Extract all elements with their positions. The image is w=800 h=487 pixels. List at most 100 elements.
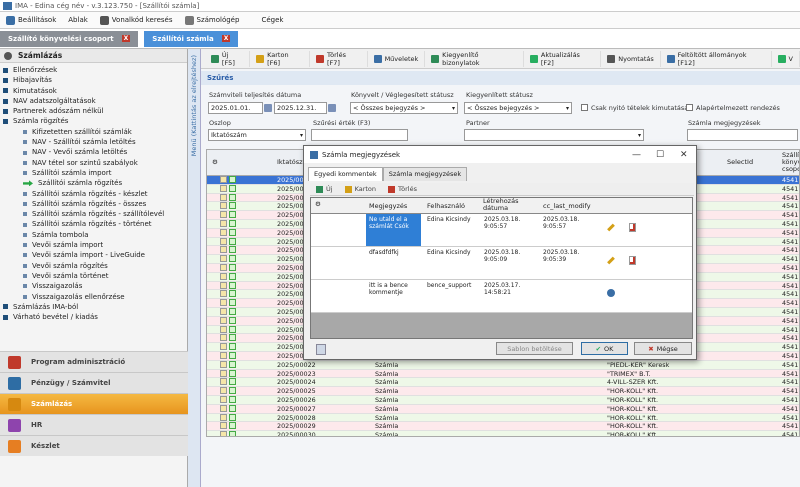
sidebar-item[interactable]: Vevői számla történet — [3, 271, 187, 281]
sidebar-item[interactable]: Szállítói számla rögzítés - szállítólevé… — [3, 209, 187, 219]
module-item[interactable]: Számlázás — [0, 393, 188, 414]
sidebar-item[interactable]: Vevői számla import - LiveGuide — [3, 250, 187, 260]
delete-doc-icon[interactable] — [629, 223, 636, 232]
col-header-selectid[interactable]: SelectId — [727, 158, 753, 166]
sidebar-item[interactable]: Számla rögzítés — [3, 116, 187, 126]
delete-button[interactable]: Törlés — [382, 185, 423, 193]
table-row[interactable]: 2025/00026 Számla "HOR-KOLL" Kft. 45411 — [207, 395, 799, 405]
toolbar-button[interactable]: V — [772, 50, 800, 67]
edit-pencil-icon[interactable] — [607, 223, 615, 232]
module-item[interactable]: HR — [0, 414, 188, 435]
menu-toggle-bar[interactable]: Menü (Kattintás az elrejtéshez) — [188, 49, 201, 487]
sidebar-item[interactable]: NAV - Szállítói számla letöltés — [3, 137, 187, 147]
maximize-icon[interactable]: ☐ — [656, 150, 664, 160]
sidebar-item[interactable]: NAV tétel sor szintű szabályok — [3, 158, 187, 168]
menu-settings[interactable]: Beállítások — [0, 12, 62, 29]
note-row[interactable]: itt is a bence kommentje bence_support 202… — [311, 280, 692, 313]
toolbar-button[interactable]: Aktualizálás [F2] — [524, 50, 602, 67]
document-icon[interactable] — [316, 344, 326, 355]
close-tab-icon[interactable]: X — [221, 35, 231, 42]
table-row[interactable]: 2025/00025 Számla "HOR-KOLL" Kft. 45411 — [207, 387, 799, 396]
paid-status-select[interactable]: < Összes bejegyzés > ▾ — [464, 102, 572, 114]
partner-select[interactable]: ▾ — [464, 129, 644, 141]
cancel-button[interactable]: ✖ Mégse — [634, 342, 692, 355]
sidebar-item[interactable]: Kifizetetten szállítói számlák — [3, 127, 187, 137]
menu-barcode-search[interactable]: Vonalkód keresés — [94, 12, 179, 29]
info-icon[interactable] — [607, 289, 615, 297]
ok-button[interactable]: ✔ OK — [581, 342, 628, 355]
tab-custom-comments[interactable]: Egyedi kommentek — [308, 167, 383, 181]
collapse-icon[interactable] — [4, 51, 12, 60]
sidebar-item[interactable]: Szállítói számla rögzítés - történet — [3, 219, 187, 229]
table-row[interactable]: 2025/00022 Számla "PIEDL-KER" Keresk 45411 — [207, 360, 799, 370]
toolbar-button[interactable]: Törlés [F7] — [310, 50, 368, 67]
calendar-icon[interactable] — [328, 104, 336, 112]
status-select[interactable]: < Összes bejegyzés > ▾ — [350, 102, 458, 114]
col-created[interactable]: Létrehozás dátuma — [483, 198, 533, 212]
sidebar-item[interactable]: Szállítói számla rögzítés - készlet — [3, 189, 187, 199]
sidebar-item[interactable]: Szállítói számla rögzítés — [3, 178, 187, 188]
bullet-icon — [3, 77, 8, 83]
menu-calculator[interactable]: Számológép — [179, 12, 246, 29]
tab-invoice-notes[interactable]: Számla megjegyzések — [382, 167, 468, 181]
calendar-icon[interactable] — [264, 104, 272, 112]
table-row[interactable]: 2025/00024 Számla 4-VILL-SZER Kft. 45411 — [207, 378, 799, 388]
column-select[interactable]: Iktatószám ▾ — [208, 129, 306, 141]
table-row[interactable]: 2025/00027 Számla "HOR-KOLL" Kft. 45411 — [207, 404, 799, 414]
sidebar-item[interactable]: Várható bevétel / kiadás — [3, 312, 187, 322]
note-row[interactable]: Ne utald el a számlát Csók Edina Kicsindy… — [311, 214, 692, 247]
module-item[interactable]: Készlet — [0, 435, 188, 456]
date-to-input[interactable]: 2025.12.31. — [274, 102, 327, 114]
sidebar-item[interactable]: Szállítói számla import — [3, 168, 187, 178]
tab-supplier-invoice[interactable]: Szállítói számla X — [144, 30, 239, 47]
edit-pencil-icon[interactable] — [607, 256, 615, 265]
col-note[interactable]: Megjegyzés — [369, 202, 407, 210]
card-button[interactable]: Karton — [339, 185, 382, 193]
col-header-group[interactable]: Szállító könyvelési csoport — [782, 152, 799, 173]
module-item[interactable]: Program adminisztráció — [0, 351, 188, 372]
default-order-checkbox[interactable] — [686, 104, 693, 111]
toolbar-button[interactable]: Nyomtatás — [601, 50, 661, 67]
toolbar-button[interactable]: Karton [F6] — [250, 50, 311, 67]
menu-companies[interactable]: Cégek — [255, 12, 289, 29]
sidebar-item[interactable]: Visszaigazolás — [3, 281, 187, 291]
sidebar-item[interactable]: Vevői számla rögzítés — [3, 261, 187, 271]
toolbar-button[interactable]: Új [F5] — [205, 50, 251, 67]
sidebar-item[interactable]: Partnerek adószám nélkül — [3, 106, 187, 116]
sidebar-item[interactable]: Számla tombola — [3, 230, 187, 240]
grid-settings-icon[interactable]: ⚙ — [315, 200, 321, 208]
close-icon[interactable]: ✕ — [680, 150, 688, 160]
close-tab-icon[interactable]: X — [121, 35, 131, 42]
sidebar-item[interactable]: Szállítói számla rögzítés - összes — [3, 199, 187, 209]
sidebar-item[interactable]: Kimutatások — [3, 86, 187, 96]
table-row[interactable]: 2025/00023 Számla "TRIMEX" B.T. 45411 — [207, 369, 799, 379]
sidebar-item[interactable]: Visszaigazolás ellenőrzése — [3, 292, 187, 302]
toolbar-button[interactable]: Kiegyenlítő bizonylatok — [425, 50, 524, 67]
sidebar-item[interactable]: NAV - Vevői számla letöltés — [3, 147, 187, 157]
sidebar-item[interactable]: Hibajavítás — [3, 75, 187, 85]
grid-settings-icon[interactable]: ⚙ — [212, 158, 218, 166]
sidebar-item[interactable]: Vevői számla import — [3, 240, 187, 250]
col-modified[interactable]: cc_last_modify — [543, 202, 591, 210]
col-user[interactable]: Felhasználó — [427, 202, 465, 210]
date-from-input[interactable]: 2025.01.01. — [208, 102, 263, 114]
table-row[interactable]: 2025/00028 Számla "HOR-KOLL" Kft. 45411 — [207, 413, 799, 423]
note-input[interactable] — [687, 129, 798, 141]
delete-doc-icon[interactable] — [629, 256, 636, 265]
sidebar-item[interactable]: Számlázás IMA-ból — [3, 302, 187, 312]
toolbar-button[interactable]: Feltöltött állományok [F12] — [661, 50, 772, 67]
minimize-icon[interactable]: — — [632, 150, 641, 160]
new-button[interactable]: Új — [310, 185, 339, 193]
toolbar-button[interactable]: Műveletek — [368, 50, 426, 67]
sidebar-item[interactable]: Ellenőrzések — [3, 65, 187, 75]
open-items-checkbox[interactable] — [581, 104, 588, 111]
note-row[interactable]: dfasdfdfkj Edina Kicsindy 2025.03.18. 9:05… — [311, 247, 692, 280]
menu-window[interactable]: Ablak — [62, 12, 94, 29]
sidebar-item[interactable]: NAV adatszolgáltatások — [3, 96, 187, 106]
table-row[interactable]: 2025/00029 Számla "HOR-KOLL" Kft. 45411 — [207, 422, 799, 432]
filter-value-input[interactable] — [311, 129, 408, 141]
tab-supplier-group[interactable]: Szállító könyvelési csoport X — [0, 30, 139, 47]
module-item[interactable]: Pénzügy / Számvitel — [0, 372, 188, 393]
load-template-button[interactable]: Sablon betöltése — [496, 342, 573, 355]
table-row[interactable]: 2025/00030 Számla "HOR-KOLL" Kft. 45411 — [207, 431, 799, 436]
